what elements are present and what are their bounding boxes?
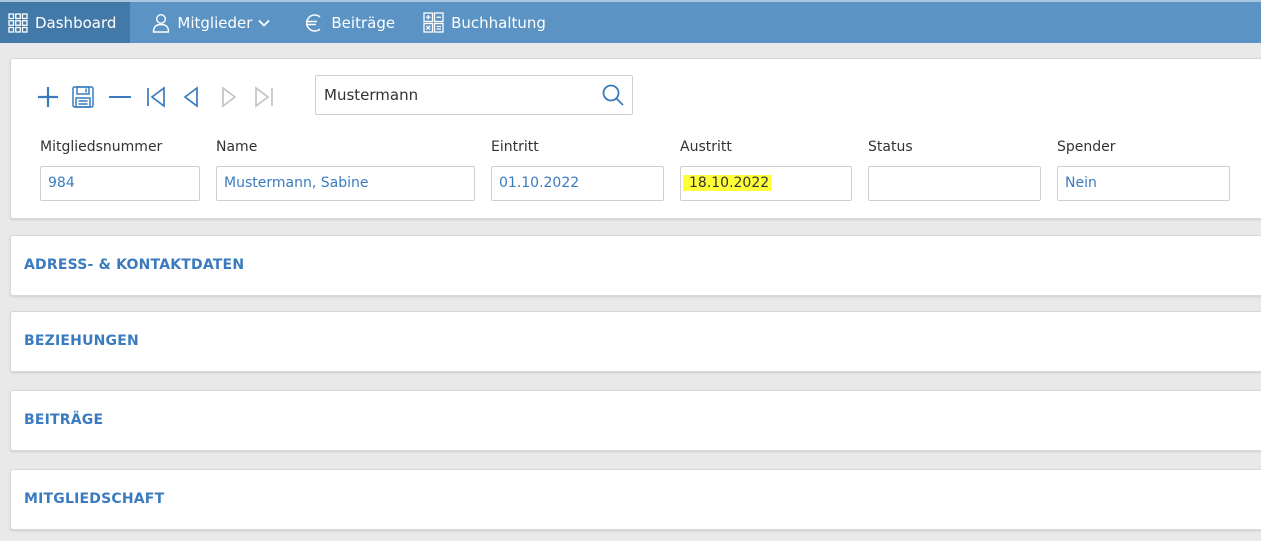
label-spender: Spender (1057, 139, 1116, 155)
name-field[interactable]: Mustermann, Sabine (216, 166, 475, 201)
search-input[interactable] (324, 76, 594, 114)
section-adress-kontaktdaten[interactable]: ADRESS- & KONTAKTDATEN (10, 235, 1261, 296)
section-beitraege[interactable]: BEITRÄGE (10, 390, 1261, 451)
person-icon (152, 13, 170, 33)
grid-icon (8, 12, 28, 33)
plus-icon (38, 87, 58, 107)
label-name: Name (216, 139, 258, 155)
mitgliedsnummer-value: 984 (48, 175, 75, 191)
next-record-icon (222, 86, 237, 108)
next-record-button[interactable] (216, 85, 240, 109)
first-record-button[interactable] (144, 85, 168, 109)
eintritt-value: 01.10.2022 (499, 175, 580, 191)
first-record-icon (147, 86, 165, 108)
previous-record-button[interactable] (180, 85, 204, 109)
section-beziehungen[interactable]: BEZIEHUNGEN (10, 311, 1261, 372)
member-record-card: Mitgliedsnummer Name Eintritt Austritt S… (10, 58, 1261, 219)
label-status: Status (868, 139, 913, 155)
minus-icon (109, 96, 131, 98)
nav-label-buchhaltung: Buchhaltung (451, 13, 546, 32)
calculator-icon (423, 12, 444, 33)
section-title: MITGLIEDSCHAFT (24, 491, 165, 507)
search-field[interactable] (315, 75, 633, 115)
nav-item-mitglieder[interactable]: Mitglieder (130, 2, 284, 43)
mitgliedsnummer-field[interactable]: 984 (40, 166, 200, 201)
nav-item-beitraege[interactable]: Beiträge (284, 2, 409, 43)
previous-record-icon (183, 86, 198, 108)
save-icon (72, 86, 94, 108)
section-title: BEITRÄGE (24, 412, 104, 428)
spender-value: Nein (1065, 175, 1097, 191)
euro-icon (304, 13, 324, 33)
chevron-down-icon (258, 19, 271, 27)
nav-item-buchhaltung[interactable]: Buchhaltung (409, 2, 560, 43)
nav-label-dashboard: Dashboard (35, 13, 117, 32)
add-button[interactable] (36, 85, 60, 109)
austritt-field[interactable]: 18.10.2022 (680, 166, 852, 201)
status-field[interactable] (868, 166, 1041, 201)
section-title: ADRESS- & KONTAKTDATEN (24, 257, 245, 273)
name-value: Mustermann, Sabine (224, 175, 369, 191)
label-mitgliedsnummer: Mitgliedsnummer (40, 139, 163, 155)
austritt-value: 18.10.2022 (683, 175, 772, 191)
top-navigation: Dashboard Mitglieder Beiträge Buchhaltun… (0, 0, 1261, 43)
spender-field[interactable]: Nein (1057, 166, 1230, 201)
last-record-button[interactable] (252, 85, 276, 109)
nav-label-mitglieder: Mitglieder (177, 13, 253, 32)
label-austritt: Austritt (680, 139, 732, 155)
label-eintritt: Eintritt (491, 139, 539, 155)
delete-button[interactable] (108, 85, 132, 109)
section-title: BEZIEHUNGEN (24, 333, 139, 349)
search-icon[interactable] (602, 84, 624, 110)
section-mitgliedschaft[interactable]: MITGLIEDSCHAFT (10, 469, 1261, 530)
eintritt-field[interactable]: 01.10.2022 (491, 166, 664, 201)
nav-item-dashboard[interactable]: Dashboard (0, 2, 131, 43)
save-button[interactable] (71, 85, 95, 109)
last-record-icon (255, 86, 273, 108)
nav-label-beitraege: Beiträge (331, 13, 396, 32)
